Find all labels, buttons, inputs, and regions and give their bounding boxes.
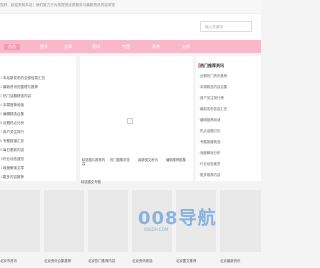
- nav-item-2[interactable]: 图文: [40, 44, 48, 50]
- broken-image-icon[interactable]: [127, 118, 133, 124]
- bottom-thumbnail[interactable]: [88, 190, 128, 252]
- image-caption[interactable]: 精选图片推荐内容: [82, 158, 108, 166]
- left-list-item[interactable]: 10行业动态速览: [0, 157, 74, 162]
- welcome-text: 您好，欢迎来到本站！我们致力于为您提供优质服务与最新资讯内容浏览: [0, 3, 115, 7]
- right-list-item[interactable]: 本周精选内容合集: [200, 84, 260, 89]
- right-list-item[interactable]: 近期热门资讯推荐: [200, 73, 260, 78]
- watermark-subtext: 008DH.COM: [144, 227, 169, 232]
- top-bar: 您好，欢迎来到本站！我们致力于为您提供优质服务与最新资讯内容浏览: [0, 0, 261, 14]
- right-list-item[interactable]: 专题报道精选: [200, 139, 260, 144]
- nav-item-7[interactable]: 分类: [182, 44, 190, 50]
- right-list-item[interactable]: 更多推荐内容: [200, 172, 260, 177]
- left-list-item[interactable]: 4本周推荐阅读: [0, 103, 74, 108]
- left-list-item[interactable]: 9每日更新内容: [0, 148, 74, 153]
- bottom-caption[interactable]: 北京市资讯: [0, 258, 17, 263]
- nav-item-5[interactable]: 专题: [122, 44, 130, 50]
- watermark-logo: 008导航 008DH.COM: [138, 204, 218, 232]
- center-captions: 精选图片推荐内容 热门图集浏览 最新图文资讯 编辑推荐图集: [80, 158, 193, 170]
- right-list-item[interactable]: 编辑推荐阅读: [200, 117, 260, 122]
- bottom-thumbnail[interactable]: [44, 190, 84, 252]
- left-list-item[interactable]: 2最新资讯的整理与推荐: [0, 85, 74, 90]
- search-input[interactable]: 输入关键词: [200, 21, 252, 32]
- right-list-item[interactable]: 最新发布信息汇总: [200, 106, 260, 111]
- bottom-caption[interactable]: 北京热门推荐内容: [88, 258, 115, 263]
- nav-item-4[interactable]: 资讯: [92, 44, 100, 50]
- bottom-caption[interactable]: 北京图文推荐: [176, 258, 196, 263]
- center-sub-caption[interactable]: 精选图文专题: [81, 179, 101, 184]
- left-list-item[interactable]: 12更多内容推荐: [0, 175, 74, 180]
- right-list-item[interactable]: 深度解读分析: [200, 150, 260, 155]
- image-caption[interactable]: 最新图文资讯: [138, 158, 164, 162]
- left-list-item[interactable]: 1本站新发布的全部信息汇总: [0, 76, 74, 81]
- nav-item-6[interactable]: 综合: [152, 44, 160, 50]
- image-caption[interactable]: 编辑推荐图集: [166, 158, 192, 162]
- left-list-item[interactable]: 8专题报道汇总: [0, 139, 74, 144]
- right-list-item[interactable]: 行业动态速览: [200, 161, 260, 166]
- left-list-item[interactable]: 3热门话题精选内容: [0, 94, 74, 99]
- nav-item-3[interactable]: 文章: [64, 44, 72, 50]
- bottom-caption[interactable]: 北京最新资讯: [220, 258, 240, 263]
- right-list-item[interactable]: 热点话题讨论: [200, 128, 260, 133]
- bottom-caption[interactable]: 北京资讯合集推荐: [44, 258, 71, 263]
- nav-item-home[interactable]: 首页: [4, 43, 20, 50]
- left-news-panel: 1本站新发布的全部信息汇总 2最新资讯的整理与推荐 3热门话题精选内容 4本周推…: [0, 56, 76, 181]
- left-list-item[interactable]: 5编辑精选合集: [0, 112, 74, 117]
- main-nav: 首页 图文 文章 资讯 专题 综合 分类: [0, 40, 261, 53]
- bottom-caption[interactable]: 北京资讯精选: [132, 258, 152, 263]
- left-list-item[interactable]: 11深度解读文章: [0, 166, 74, 171]
- right-panel-title: 热门推荐资讯: [200, 63, 224, 68]
- right-list-item[interactable]: 用户关注排行榜: [200, 95, 260, 100]
- bottom-thumbnail[interactable]: [220, 190, 261, 252]
- left-list-item[interactable]: 7用户关注排行: [0, 130, 74, 135]
- left-list-item[interactable]: 6近期热点分析: [0, 121, 74, 126]
- bottom-thumbnail[interactable]: [0, 190, 40, 252]
- image-caption[interactable]: 热门图集浏览: [110, 158, 136, 162]
